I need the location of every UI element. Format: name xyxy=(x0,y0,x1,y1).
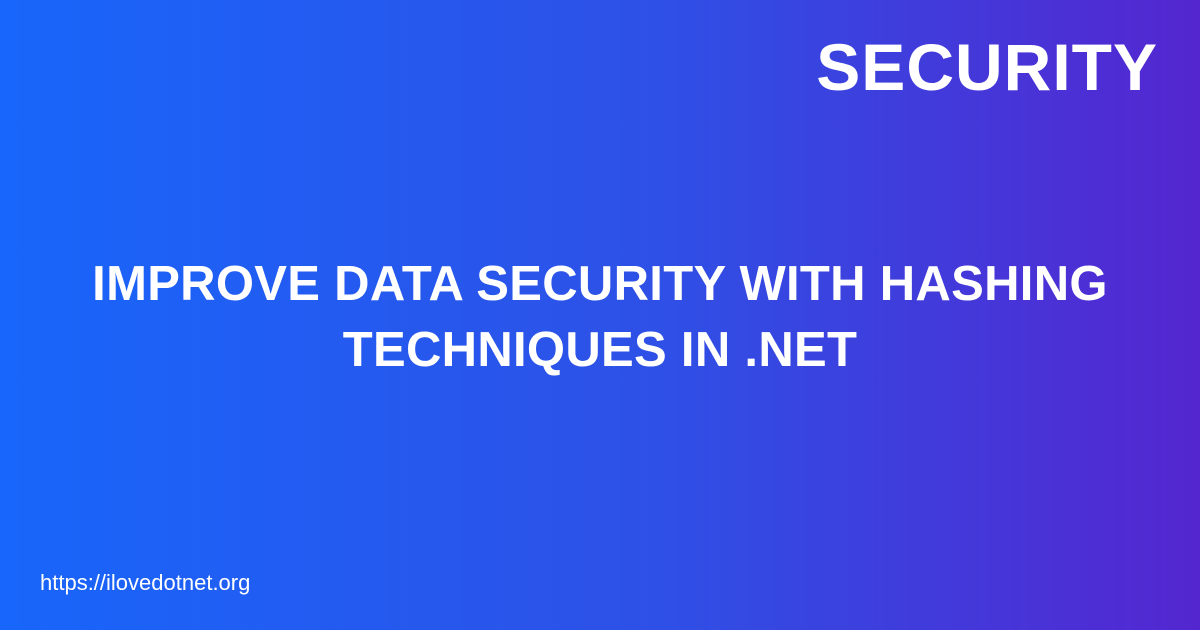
site-url: https://ilovedotnet.org xyxy=(40,570,251,595)
og-card: SECURITY IMPROVE DATA SECURITY WITH HASH… xyxy=(0,0,1200,630)
article-title-line-2: TECHNIQUES IN .NET xyxy=(342,323,858,377)
article-title: IMPROVE DATA SECURITY WITH HASHING TECHN… xyxy=(0,251,1200,383)
article-title-line-1: IMPROVE DATA SECURITY WITH HASHING xyxy=(92,257,1108,311)
category-label: SECURITY xyxy=(816,30,1158,104)
